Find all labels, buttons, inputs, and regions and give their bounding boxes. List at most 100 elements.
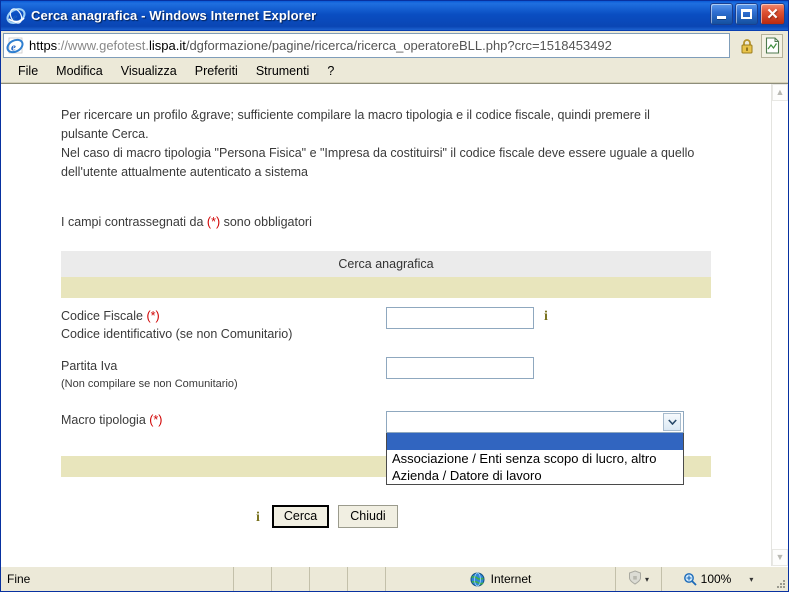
chevron-down-icon[interactable]: ▾ [749, 575, 753, 584]
control-macro-tipologia: Associazione / Enti senza scopo di lucro… [386, 411, 684, 485]
chevron-down-icon: ▼ [775, 552, 785, 562]
required-fields-note: I campi contrassegnati da (*) sono obbli… [61, 215, 771, 229]
label-codice-fiscale-sub: Codice identificativo (se non Comunitari… [61, 327, 293, 341]
security-zone-label: Internet [490, 572, 532, 586]
close-icon: ✕ [766, 5, 779, 23]
close-form-button[interactable]: Chiudi [338, 505, 398, 528]
zoom-control[interactable]: 100% ▾ [662, 567, 774, 591]
info-i-icon[interactable]: i [256, 510, 260, 525]
status-segment [234, 567, 272, 591]
menu-item-modifica[interactable]: Modifica [47, 62, 112, 81]
instruction-line-2: pulsante Cerca. [61, 127, 149, 141]
menu-item-preferiti[interactable]: Preferiti [186, 62, 247, 81]
required-note-pre: I campi contrassegnati da [61, 215, 207, 229]
search-form-table: Cerca anagrafica Codice Fiscale (*) Codi… [61, 251, 711, 485]
title-bar[interactable]: e Cerca anagrafica - Windows Internet Ex… [1, 1, 788, 30]
chevron-down-icon[interactable] [663, 413, 681, 431]
label-partita-iva: Partita Iva (Non compilare se non Comuni… [61, 357, 386, 393]
padlock-icon[interactable] [736, 34, 758, 58]
url-separator: ://www. [57, 38, 100, 53]
instructions-block: Per ricercare un profilo &grave; suffici… [61, 106, 701, 182]
address-bar-icons [730, 33, 786, 58]
search-button[interactable]: Cerca [271, 505, 330, 528]
page-content: Per ricercare un profilo &grave; suffici… [1, 84, 771, 566]
page-icon[interactable] [761, 33, 783, 58]
form-row-macro-tipologia: Macro tipologia (*) Associazione / Enti … [61, 393, 711, 485]
scrollbar-track[interactable] [772, 101, 788, 549]
menu-item-visualizza[interactable]: Visualizza [112, 62, 186, 81]
form-row-codice-fiscale: Codice Fiscale (*) Codice identificativo… [61, 298, 711, 343]
macro-tipologia-select-wrapper: Associazione / Enti senza scopo di lucro… [386, 411, 684, 485]
macro-tipologia-dropdown-list[interactable]: Associazione / Enti senza scopo di lucro… [386, 433, 684, 485]
magnifier-icon [683, 572, 697, 586]
status-segment [272, 567, 310, 591]
instruction-line-3: Nel caso di macro tipologia "Persona Fis… [61, 146, 695, 160]
vertical-scrollbar[interactable]: ▲ ▼ [771, 84, 788, 566]
window-controls: ✕ [710, 3, 785, 25]
dropdown-option[interactable] [387, 433, 683, 450]
menu-item-help[interactable]: ? [318, 62, 343, 81]
ie-logo-icon: e [6, 36, 26, 56]
status-text: Fine [1, 567, 234, 591]
required-asterisk: (*) [146, 309, 160, 323]
label-codice-fiscale: Codice Fiscale (*) Codice identificativo… [61, 307, 386, 343]
label-macro-tipologia: Macro tipologia (*) [61, 411, 386, 429]
instruction-line-1: Per ricercare un profilo &grave; suffici… [61, 108, 650, 122]
zoom-level-label: 100% [700, 572, 732, 586]
protected-mode-indicator[interactable]: ▾ [616, 567, 662, 591]
maximize-icon [741, 9, 752, 19]
shield-icon [628, 570, 642, 588]
url-path: /dgformazione/pagine/ricerca/ricerca_ope… [185, 38, 612, 53]
resize-grip[interactable] [774, 567, 788, 591]
url-host-plain: gefotest. [99, 38, 149, 53]
codice-fiscale-input[interactable] [386, 307, 534, 329]
address-input[interactable]: e https://www.gefotest.lispa.it/dgformaz… [3, 33, 730, 58]
security-zone[interactable]: Internet [386, 567, 616, 591]
form-page: Per ricercare un profilo &grave; suffici… [1, 84, 771, 528]
control-codice-fiscale: i [386, 307, 548, 329]
minimize-button[interactable] [710, 3, 733, 25]
status-segment [310, 567, 348, 591]
dropdown-option[interactable]: Associazione / Enti senza scopo di lucro… [387, 450, 683, 467]
close-button[interactable]: ✕ [760, 3, 785, 25]
control-partita-iva [386, 357, 534, 379]
label-macro-tipologia-main: Macro tipologia [61, 413, 150, 427]
svg-text:e: e [13, 11, 18, 23]
scroll-up-button[interactable]: ▲ [772, 84, 788, 101]
table-title: Cerca anagrafica [61, 251, 711, 277]
macro-tipologia-select[interactable] [386, 411, 684, 433]
status-segment [348, 567, 386, 591]
label-codice-fiscale-main: Codice Fiscale [61, 309, 147, 323]
form-row-partita-iva: Partita Iva (Non compilare se non Comuni… [61, 343, 711, 393]
browser-window: e Cerca anagrafica - Windows Internet Ex… [0, 0, 789, 592]
globe-icon [470, 572, 485, 587]
ie-logo-icon: e [6, 6, 26, 26]
table-band-top [61, 277, 711, 298]
required-asterisk: (*) [206, 215, 221, 229]
instruction-line-4: dell'utente attualmente autenticato a si… [61, 165, 308, 179]
label-partita-iva-main: Partita Iva [61, 359, 118, 373]
address-bar: e https://www.gefotest.lispa.it/dgformaz… [1, 30, 788, 60]
chevron-down-icon[interactable]: ▾ [645, 575, 649, 584]
minimize-icon [717, 16, 726, 19]
maximize-button[interactable] [735, 3, 758, 25]
url-host-strong: lispa.it [148, 38, 186, 53]
client-area: Per ricercare un profilo &grave; suffici… [1, 83, 788, 566]
form-actions: i Cerca Chiudi [256, 505, 771, 528]
partita-iva-input[interactable] [386, 357, 534, 379]
menu-item-file[interactable]: File [9, 62, 47, 81]
url-scheme: https [29, 38, 58, 53]
required-asterisk: (*) [149, 413, 163, 427]
menu-bar: File Modifica Visualizza Preferiti Strum… [1, 60, 788, 83]
window-title: Cerca anagrafica - Windows Internet Expl… [31, 8, 317, 23]
url-text: https://www.gefotest.lispa.it/dgformazio… [29, 38, 612, 53]
menu-item-strumenti[interactable]: Strumenti [247, 62, 319, 81]
label-partita-iva-sub: (Non compilare se non Comunitario) [61, 378, 238, 390]
chevron-up-icon: ▲ [775, 87, 785, 97]
dropdown-option[interactable]: Azienda / Datore di lavoro [387, 467, 683, 484]
form-rows: Codice Fiscale (*) Codice identificativo… [61, 298, 711, 485]
info-i-icon[interactable]: i [544, 310, 548, 324]
svg-text:e: e [11, 41, 16, 53]
scroll-down-button[interactable]: ▼ [772, 549, 788, 566]
required-note-post: sono obbligatori [220, 215, 312, 229]
